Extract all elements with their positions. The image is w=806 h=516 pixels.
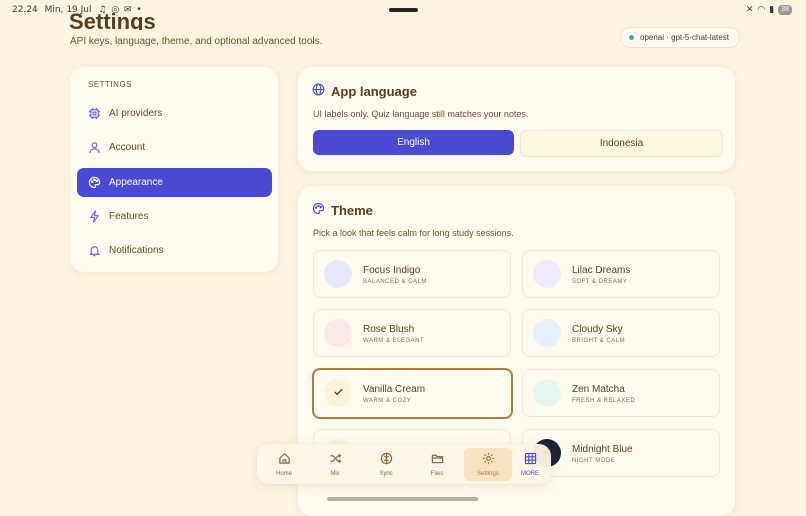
bottom-nav-settings[interactable]: Settings <box>464 448 512 481</box>
theme-option-focus-indigo[interactable]: Focus Indigo BALANCED & CALM <box>313 250 511 298</box>
palette-icon <box>79 176 109 189</box>
camera-pill <box>389 8 418 12</box>
bottom-nav-label: Settings <box>477 471 499 477</box>
nav-heading: SETTINGS <box>88 80 133 89</box>
model-chip-label: openai · gpt-5-chat-latest <box>640 33 729 42</box>
home-icon <box>278 452 291 467</box>
language-title: App language <box>312 83 417 99</box>
bottom-nav-more[interactable]: MORE <box>506 448 554 481</box>
shuffle-icon <box>329 452 342 467</box>
sidebar-item-features[interactable]: Features <box>77 202 272 231</box>
theme-swatch <box>533 260 561 288</box>
status-time: 22.24 <box>12 5 38 15</box>
sidebar-item-account[interactable]: Account <box>77 133 272 162</box>
bottom-nav-mix[interactable]: Mix <box>311 448 359 481</box>
theme-option-name: Lilac Dreams <box>572 265 631 276</box>
sidebar-item-label: Notifications <box>109 245 164 256</box>
bottom-nav-sync[interactable]: Sync <box>362 448 410 481</box>
theme-option-desc: WARM & COZY <box>363 398 412 404</box>
sidebar-item-appearance[interactable]: Appearance <box>77 168 272 197</box>
page-title: Settings <box>69 9 156 30</box>
language-title-label: App language <box>331 83 417 99</box>
theme-option-name: Rose Blush <box>363 324 415 335</box>
check-icon <box>333 384 344 402</box>
theme-subtitle: Pick a look that feels calm for long stu… <box>313 228 514 238</box>
bottom-nav-home[interactable]: Home <box>260 448 308 481</box>
grid-icon <box>524 452 537 467</box>
theme-swatch <box>324 319 352 347</box>
chip-icon <box>79 107 109 120</box>
globe-icon <box>312 83 325 99</box>
theme-option-desc: NIGHT MODE <box>572 458 616 464</box>
theme-option-desc: SOFT & DREAMY <box>572 279 628 285</box>
bell-icon <box>79 244 109 257</box>
theme-option-desc: FRESH & RELAXED <box>572 398 636 404</box>
theme-option-desc: BALANCED & CALM <box>363 279 427 285</box>
battery-icon: 38 <box>778 4 792 15</box>
sidebar-item-ai-providers[interactable]: AI providers <box>77 99 272 128</box>
theme-swatch <box>533 379 561 407</box>
theme-option-rose-blush[interactable]: Rose Blush WARM & ELEGANT <box>313 309 511 357</box>
theme-option-vanilla-cream[interactable]: Vanilla Cream WARM & COZY <box>312 368 513 419</box>
sidebar-item-notifications[interactable]: Notifications <box>77 236 272 265</box>
gear-icon <box>482 452 495 467</box>
theme-title-label: Theme <box>331 202 373 218</box>
bottom-nav: Home Mix Sync Files Settings MORE <box>257 444 551 484</box>
sidebar-item-label: Account <box>109 142 146 153</box>
status-dot-icon <box>629 35 634 40</box>
signal-icon: ▮ <box>769 4 775 14</box>
bottom-nav-label: Home <box>275 471 292 477</box>
theme-option-zen-matcha[interactable]: Zen Matcha FRESH & RELAXED <box>522 369 720 417</box>
sidebar-item-label: AI providers <box>109 108 163 119</box>
theme-option-cloudy-sky[interactable]: Cloudy Sky BRIGHT & CALM <box>522 309 720 357</box>
language-card: App language UI labels only. Quiz langua… <box>298 67 735 171</box>
theme-option-name: Cloudy Sky <box>572 324 623 335</box>
language-subtitle: UI labels only. Quiz language still matc… <box>313 109 529 119</box>
bottom-nav-label: Mix <box>330 471 340 477</box>
theme-option-name: Vanilla Cream <box>363 384 426 395</box>
bottom-nav-files[interactable]: Files <box>413 448 461 481</box>
model-chip[interactable]: openai · gpt-5-chat-latest <box>620 27 740 48</box>
theme-option-name: Zen Matcha <box>572 384 625 395</box>
theme-swatch <box>533 319 561 347</box>
theme-option-desc: BRIGHT & CALM <box>572 338 626 344</box>
theme-option-name: Midnight Blue <box>572 444 633 455</box>
wifi-icon: ◠ <box>757 4 766 14</box>
language-option-indonesia[interactable]: Indonesia <box>520 130 723 157</box>
theme-option-name: Focus Indigo <box>363 265 421 276</box>
palette-icon <box>312 202 325 218</box>
folder-icon <box>431 452 444 467</box>
sync-icon <box>380 452 393 467</box>
theme-option-lilac-dreams[interactable]: Lilac Dreams SOFT & DREAMY <box>522 250 720 298</box>
theme-option-desc: WARM & ELEGANT <box>363 338 425 344</box>
user-icon <box>79 141 109 154</box>
lightning-icon <box>79 210 109 223</box>
theme-title: Theme <box>312 202 373 218</box>
theme-swatch <box>324 260 352 288</box>
bottom-nav-label: Files <box>430 471 444 477</box>
bottom-nav-label: Sync <box>379 471 393 477</box>
settings-nav: SETTINGS AI providers Account Appearance… <box>70 67 278 272</box>
home-indicator[interactable] <box>327 497 478 501</box>
sidebar-item-label: Features <box>109 211 149 222</box>
mute-icon: ✕ <box>745 4 754 14</box>
status-right: ✕ ◠ ▮ 38 <box>746 4 792 15</box>
language-option-english[interactable]: English <box>313 130 514 155</box>
sidebar-item-label: Appearance <box>109 177 163 188</box>
theme-swatch <box>324 379 352 407</box>
bottom-nav-label: MORE <box>521 471 539 477</box>
page-subtitle: API keys, language, theme, and optional … <box>70 36 323 47</box>
